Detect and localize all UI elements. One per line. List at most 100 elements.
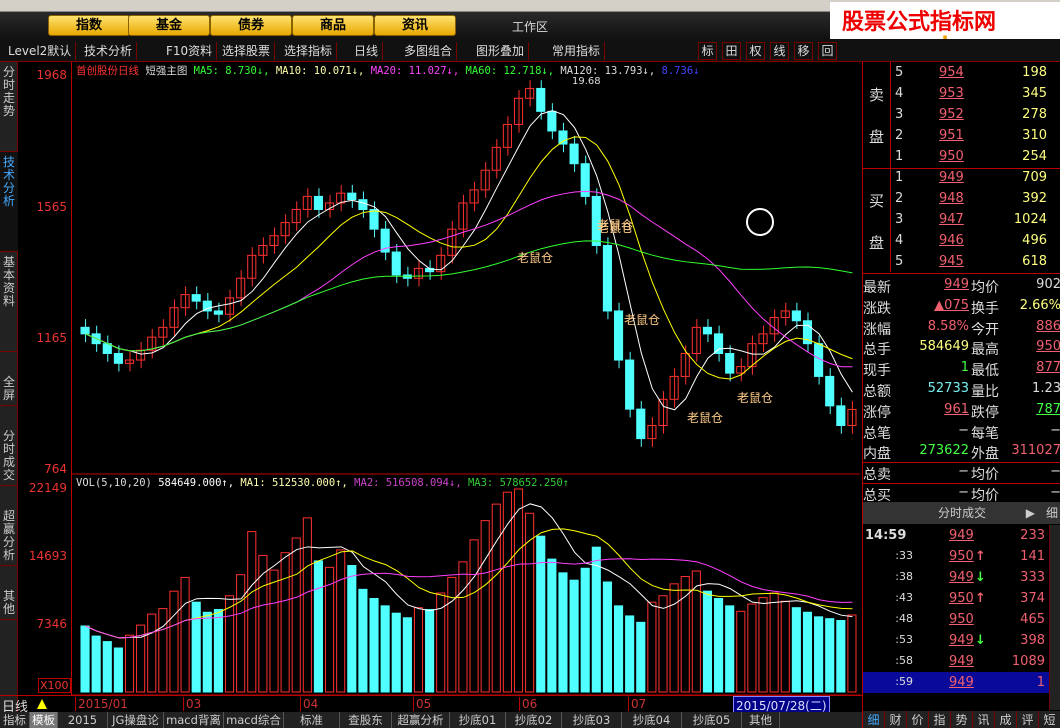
- nav-button-0[interactable]: 指数: [48, 15, 130, 36]
- right-tab-5[interactable]: 讯: [973, 711, 995, 728]
- level-price[interactable]: 945: [939, 254, 964, 269]
- nav-button-3[interactable]: 商品: [292, 15, 374, 36]
- bottom-tab-5[interactable]: macd综合: [224, 712, 284, 728]
- bottom-tab-9[interactable]: 抄底01: [450, 712, 506, 728]
- quote-value: −: [958, 485, 969, 500]
- volume-bar: [347, 565, 357, 693]
- vtab-6[interactable]: 其他: [0, 586, 18, 620]
- bottom-tab-12[interactable]: 抄底04: [622, 712, 682, 728]
- vtab-5[interactable]: 超赢分析: [0, 506, 18, 566]
- bottom-tab-4[interactable]: macd背离: [164, 712, 224, 728]
- toolbar-toggle-3[interactable]: 线: [770, 42, 789, 60]
- level-price[interactable]: 947: [939, 212, 964, 227]
- vtab-4[interactable]: 分时成交: [0, 426, 18, 486]
- toolbar-toggle-4[interactable]: 移: [794, 42, 813, 60]
- bottom-tab-11[interactable]: 抄底03: [562, 712, 622, 728]
- bottom-tab-14[interactable]: 其他: [742, 712, 780, 728]
- bottom-tab-7[interactable]: 查股东: [340, 712, 392, 728]
- vtab-2[interactable]: 基本资料: [0, 252, 18, 352]
- toolbar-item-0[interactable]: Level2默认: [4, 42, 77, 60]
- quote-row-8: 内盘 273622 外盘 311027: [863, 441, 1060, 462]
- quote-value: −: [1050, 485, 1060, 500]
- toolbar-item-2[interactable]: F10资料: [162, 42, 218, 60]
- bottom-tab-1[interactable]: 模板: [30, 712, 58, 728]
- right-tab-7[interactable]: 评: [1017, 711, 1039, 728]
- ticks-scrollbar[interactable]: [1049, 525, 1060, 710]
- volume-bar: [836, 620, 846, 693]
- level-volume: 618: [1022, 254, 1047, 269]
- volume-bar: [647, 601, 657, 693]
- vtab-3[interactable]: 全屏: [0, 372, 18, 406]
- level-price[interactable]: 954: [939, 65, 964, 80]
- nav-button-2[interactable]: 债券: [210, 15, 292, 36]
- kline-chart[interactable]: 老鼠仓老鼠仓老鼠仓老鼠仓老鼠仓老鼠仓19.68: [72, 62, 860, 695]
- level-price[interactable]: 949: [939, 170, 964, 185]
- quote-value: 961: [944, 401, 969, 417]
- candle-body: [602, 245, 612, 312]
- workspace-menu[interactable]: 工作区: [512, 18, 548, 35]
- tick-price: 950: [949, 591, 974, 606]
- toolbar-item-4[interactable]: 选择指标: [280, 42, 338, 60]
- level-price[interactable]: 946: [939, 233, 964, 248]
- toolbar-item-8[interactable]: 常用指标: [548, 42, 606, 60]
- bottom-tab-2[interactable]: 2015: [58, 712, 108, 728]
- ticks-title: 分时成交: [937, 506, 986, 520]
- level-number: 4: [895, 233, 904, 248]
- volume-bar: [814, 616, 824, 693]
- right-tab-6[interactable]: 成: [995, 711, 1017, 728]
- bottom-tab-10[interactable]: 抄底02: [506, 712, 562, 728]
- volume-bar: [569, 579, 579, 693]
- right-tab-8[interactable]: 短: [1039, 711, 1060, 728]
- arrow-up-icon: ↑: [975, 549, 986, 564]
- toolbar-toggle-2[interactable]: 权: [746, 42, 765, 60]
- right-tab-0[interactable]: 细: [863, 711, 885, 728]
- right-tabs: 细财价指势讯成评短: [863, 711, 1060, 728]
- period-toggle-icon[interactable]: [37, 699, 47, 709]
- bottom-tab-0[interactable]: 指标: [0, 712, 30, 728]
- bottom-tab-13[interactable]: 抄底05: [682, 712, 742, 728]
- date-label-2: 04: [300, 697, 318, 711]
- level-price[interactable]: 951: [939, 128, 964, 143]
- toolbar-toggle-1[interactable]: 田: [722, 42, 741, 60]
- quote-row-3: 总手 584649 最高 950: [863, 337, 1060, 358]
- level-price[interactable]: 952: [939, 107, 964, 122]
- tick-time: :38: [895, 570, 913, 583]
- sep: [863, 462, 1060, 463]
- toolbar-toggle-5[interactable]: 回: [818, 42, 837, 60]
- bottom-tab-8[interactable]: 超赢分析: [392, 712, 450, 728]
- candle-body: [536, 87, 546, 112]
- level-price[interactable]: 950: [939, 149, 964, 164]
- vtab-0[interactable]: 分时走势: [0, 62, 18, 152]
- ticks-detail-button[interactable]: 细: [1046, 502, 1058, 524]
- right-tab-4[interactable]: 势: [951, 711, 973, 728]
- candle-body: [369, 209, 379, 230]
- nav-button-1[interactable]: 基金: [128, 15, 210, 36]
- vtab-1[interactable]: 技术分析: [0, 152, 18, 252]
- right-tab-2[interactable]: 价: [907, 711, 929, 728]
- volume-bar: [180, 576, 190, 693]
- ticks-header: 分时成交 ▶ 细: [863, 502, 1060, 524]
- toolbar-item-3[interactable]: 选择股票: [218, 42, 276, 60]
- bottom-tab-6[interactable]: 标准: [284, 712, 340, 728]
- tick-price: 949: [949, 528, 974, 543]
- tick-price: 949: [949, 654, 974, 669]
- right-tab-3[interactable]: 指: [929, 711, 951, 728]
- volume-bar: [358, 588, 368, 693]
- toolbar-item-7[interactable]: 图形叠加: [472, 42, 530, 60]
- level-price[interactable]: 953: [939, 86, 964, 101]
- toolbar-item-6[interactable]: 多图组合: [400, 42, 458, 60]
- level-volume: 254: [1022, 149, 1047, 164]
- level-price[interactable]: 948: [939, 191, 964, 206]
- expand-arrow-icon[interactable]: ▶: [1026, 502, 1035, 524]
- right-tab-1[interactable]: 财: [885, 711, 907, 728]
- tick-volume: 1: [1036, 675, 1045, 690]
- level-number: 3: [895, 107, 904, 122]
- ma250-value: 8.736↓: [661, 65, 700, 77]
- toolbar-toggle-0[interactable]: 标: [698, 42, 717, 60]
- toolbar-item-5[interactable]: 日线: [350, 42, 384, 60]
- annotation-label: 老鼠仓: [687, 411, 723, 425]
- candle-body: [525, 87, 535, 99]
- bottom-tab-3[interactable]: JG操盘论: [108, 712, 164, 728]
- toolbar-item-1[interactable]: 技术分析: [80, 42, 138, 60]
- nav-button-4[interactable]: 资讯: [374, 15, 456, 36]
